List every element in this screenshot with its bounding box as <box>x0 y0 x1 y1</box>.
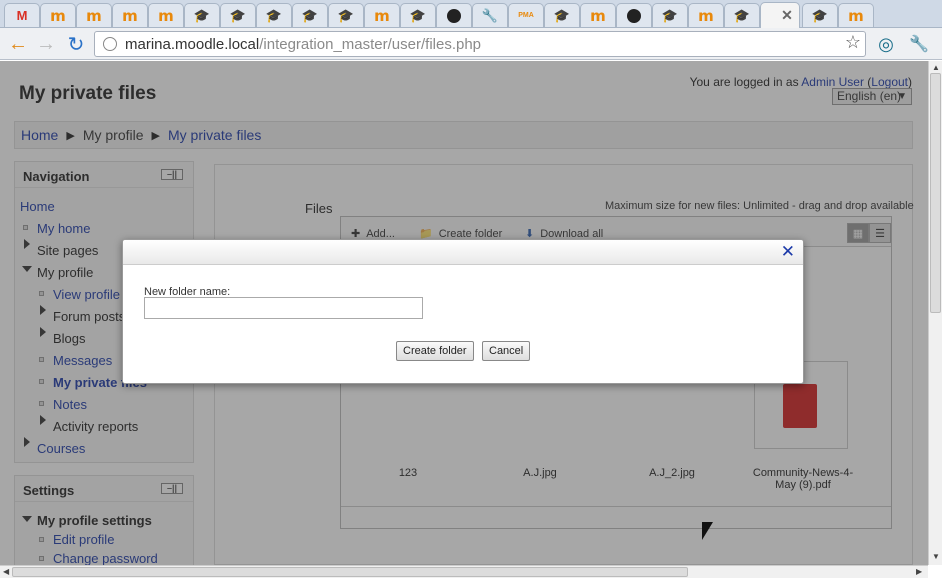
browser-tab[interactable]: 🎓 <box>544 3 580 27</box>
moodle-icon: m <box>374 6 390 25</box>
scroll-left-icon[interactable]: ◀ <box>3 567 9 576</box>
horizontal-scroll-thumb[interactable] <box>12 567 688 577</box>
dialog-header: ✕ <box>123 240 803 265</box>
extension-icon[interactable]: ◎ <box>874 32 898 56</box>
browser-tab[interactable]: 🎓 <box>328 3 364 27</box>
tab-active[interactable]: ✕ <box>760 2 800 28</box>
moodle-cap-icon: 🎓 <box>229 7 247 23</box>
close-icon[interactable]: ✕ <box>781 243 795 260</box>
bookmark-star-icon[interactable]: ☆ <box>845 32 861 53</box>
browser-tab[interactable]: 🎓 <box>184 3 220 27</box>
browser-tab[interactable]: 🎓 <box>292 3 328 27</box>
moodle-icon: m <box>848 6 864 25</box>
cancel-button[interactable]: Cancel <box>482 341 531 361</box>
vertical-scrollbar[interactable]: ▲ ▼ <box>928 61 942 565</box>
browser-toolbar: ← → ↻ marina.moodle.local/integration_ma… <box>0 28 942 60</box>
create-folder-button[interactable]: Create folder <box>396 341 474 361</box>
browser-tab[interactable]: m <box>838 3 874 27</box>
wrench-menu-icon[interactable]: 🔧 <box>907 32 931 56</box>
moodle-cap-icon: 🎓 <box>409 7 427 23</box>
create-folder-dialog: ✕ New folder name: Create folder Cancel <box>122 239 804 384</box>
browser-tab[interactable]: 🎓 <box>724 3 760 27</box>
browser-tab[interactable]: 🔧 <box>472 3 508 27</box>
close-icon[interactable]: ✕ <box>781 7 793 24</box>
browser-tab[interactable]: m <box>364 3 400 27</box>
moodle-cap-icon: 🎓 <box>301 7 319 23</box>
page-info-icon <box>103 37 117 51</box>
github-icon <box>447 8 461 23</box>
browser-tab-strip: Mm m m m 🎓 🎓 🎓 🎓 🎓 m 🎓 🔧 PMA 🎓 m 🎓 m 🎓 ✕ 🎓 m <box>0 0 942 28</box>
moodle-cap-icon: 🎓 <box>265 7 283 23</box>
url-host: marina.moodle.local <box>125 35 260 53</box>
browser-tab[interactable]: 🎓 <box>802 3 838 27</box>
moodle-icon: m <box>590 6 606 25</box>
reload-icon[interactable]: ↻ <box>64 32 88 56</box>
moodle-icon: m <box>158 6 174 25</box>
moodle-cap-icon: 🎓 <box>337 7 355 23</box>
page-content: My private files You are logged in as Ad… <box>0 61 928 565</box>
scroll-right-icon[interactable]: ▶ <box>916 567 922 576</box>
browser-tab[interactable] <box>616 3 652 27</box>
moodle-cap-icon: 🎓 <box>733 7 751 23</box>
url-path: /integration_master/user/files.php <box>259 35 482 53</box>
moodle-icon: m <box>122 6 138 25</box>
mouse-cursor-icon <box>702 522 713 540</box>
address-bar[interactable]: marina.moodle.local/integration_master/u… <box>94 31 866 57</box>
forward-icon[interactable]: → <box>34 32 58 56</box>
moodle-cap-icon: 🎓 <box>661 7 679 23</box>
browser-tab[interactable]: M <box>4 3 40 27</box>
browser-tab[interactable]: 🎓 <box>652 3 688 27</box>
browser-tab[interactable]: m <box>112 3 148 27</box>
moodle-icon: m <box>86 6 102 25</box>
browser-tab[interactable]: m <box>40 3 76 27</box>
browser-tab[interactable]: 🎓 <box>220 3 256 27</box>
back-icon[interactable]: ← <box>6 32 30 56</box>
phpmyadmin-icon: PMA <box>518 12 534 19</box>
moodle-icon: m <box>50 6 66 25</box>
github-icon <box>627 8 641 23</box>
moodle-icon: m <box>698 6 714 25</box>
browser-tab[interactable]: 🎓 <box>400 3 436 27</box>
moodle-cap-icon: 🎓 <box>193 7 211 23</box>
browser-tab[interactable]: m <box>688 3 724 27</box>
horizontal-scrollbar[interactable]: ◀ ▶ <box>0 565 928 578</box>
browser-tab[interactable]: m <box>148 3 184 27</box>
browser-tab[interactable]: 🎓 <box>256 3 292 27</box>
browser-tab[interactable]: PMA <box>508 3 544 27</box>
wrench-icon: 🔧 <box>481 7 499 23</box>
browser-tab[interactable] <box>436 3 472 27</box>
gmail-icon: M <box>16 8 28 23</box>
scroll-down-icon[interactable]: ▼ <box>932 552 940 561</box>
moodle-cap-icon: 🎓 <box>553 7 571 23</box>
folder-name-input[interactable] <box>144 297 423 319</box>
browser-tab[interactable]: m <box>76 3 112 27</box>
scroll-up-icon[interactable]: ▲ <box>932 63 940 72</box>
moodle-cap-icon: 🎓 <box>811 7 829 23</box>
vertical-scroll-thumb[interactable] <box>930 73 941 313</box>
browser-tab[interactable]: m <box>580 3 616 27</box>
